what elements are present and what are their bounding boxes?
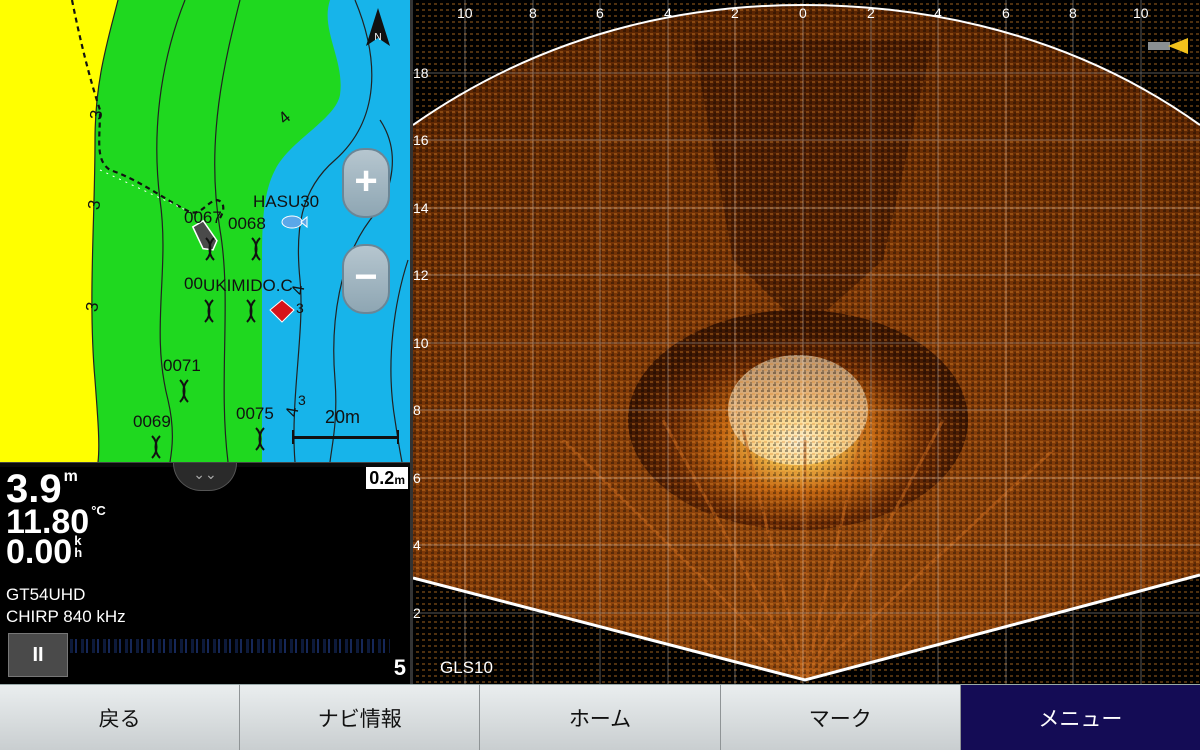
waypoint-icon[interactable] xyxy=(202,236,218,262)
top-axis-tick: 2 xyxy=(867,5,875,21)
sonar-cone-image xyxy=(413,0,1200,684)
frequency-label: CHIRP 840 kHz xyxy=(6,607,126,626)
contour-label: 3 xyxy=(296,300,304,316)
speed-value: 0.00 xyxy=(6,533,73,571)
waypoint-icon[interactable] xyxy=(201,298,217,324)
top-axis-tick: 6 xyxy=(596,5,604,21)
top-axis-tick: 2 xyxy=(731,5,739,21)
left-axis-tick: 14 xyxy=(413,200,429,216)
north-arrow-icon: N xyxy=(364,6,392,48)
left-axis-tick: 8 xyxy=(413,402,421,418)
nav-info-button[interactable]: ナビ情報 xyxy=(240,684,481,750)
top-axis-tick: 0 xyxy=(799,5,807,21)
map-scale-label: 20m xyxy=(325,407,361,427)
temperature-unit: °C xyxy=(91,503,106,518)
waypoint-label[interactable]: HASU30 xyxy=(253,192,319,212)
collapse-tab-button[interactable]: ⌄⌄ xyxy=(173,463,237,491)
transducer-direction-icon xyxy=(1148,38,1188,54)
waypoint-label[interactable]: 0068 xyxy=(228,214,266,234)
livescope-pane[interactable]: 10 8 6 4 2 0 2 4 6 8 10 18 16 14 12 10 8… xyxy=(413,0,1200,684)
speed-readout: 0.00 kh xyxy=(6,533,83,571)
top-axis-tick: 6 xyxy=(1002,5,1010,21)
contour-label: 3 xyxy=(298,392,306,408)
left-axis-tick: 12 xyxy=(413,267,429,283)
menu-button[interactable]: メニュー xyxy=(960,684,1200,750)
waypoint-label[interactable]: UKIMIDO.C xyxy=(203,276,293,296)
waypoint-label[interactable]: 00 xyxy=(184,274,203,294)
source-label: GLS10 xyxy=(440,658,493,677)
chart-map-background xyxy=(0,0,409,462)
top-axis-tick: 10 xyxy=(457,5,473,21)
bottom-nav: 戻る ナビ情報 ホーム マーク メニュー xyxy=(0,684,1200,750)
range-badge: 0.2m xyxy=(366,467,408,489)
top-axis-tick: 8 xyxy=(1069,5,1077,21)
depth-unit: m xyxy=(63,468,78,485)
svg-text:N: N xyxy=(374,32,381,43)
left-axis-tick: 4 xyxy=(413,537,421,553)
waypoint-label[interactable]: 0069 xyxy=(133,412,171,432)
map-scale-bar xyxy=(292,430,399,444)
range-value: 0.2 xyxy=(369,468,395,488)
top-axis-tick: 10 xyxy=(1133,5,1149,21)
top-axis-tick: 4 xyxy=(664,5,672,21)
sonar-bottom-return xyxy=(70,639,390,653)
pause-button[interactable]: II xyxy=(8,633,68,677)
waypoint-icon[interactable] xyxy=(148,434,164,460)
waypoint-icon[interactable] xyxy=(248,236,264,262)
waypoint-icon[interactable] xyxy=(252,426,268,452)
mark-button[interactable]: マーク xyxy=(720,684,961,750)
zoom-out-button[interactable]: − xyxy=(342,244,390,314)
waypoint-label[interactable]: 0075 xyxy=(236,404,274,424)
waypoint-icon[interactable] xyxy=(243,298,259,324)
top-axis-tick: 8 xyxy=(529,5,537,21)
left-axis-tick: 10 xyxy=(413,335,429,351)
waypoint-icon[interactable] xyxy=(176,378,192,404)
left-axis-tick: 6 xyxy=(413,470,421,486)
waypoint-label[interactable]: 0071 xyxy=(163,356,201,376)
back-button[interactable]: 戻る xyxy=(0,684,241,750)
left-axis-tick: 16 xyxy=(413,132,429,148)
waypoint-label[interactable]: 0067 xyxy=(184,208,222,228)
left-axis-tick: 2 xyxy=(413,605,421,621)
zoom-in-button[interactable]: + xyxy=(342,148,390,218)
top-axis-tick: 4 xyxy=(934,5,942,21)
transducer-label: GT54UHD xyxy=(6,585,86,604)
home-button[interactable]: ホーム xyxy=(480,684,721,750)
chart-map[interactable]: 3 3 3 4 4 3 4 3 0067 0068 HASU30 0071 00… xyxy=(0,0,410,462)
sonar-pane[interactable]: ⌄⌄ 3.9 m 11.80 °C 0.00 kh GT54UHD CHIRP 840… xyxy=(0,463,410,683)
left-axis-tick: 18 xyxy=(413,65,429,81)
speed-unit: kh xyxy=(74,533,83,560)
sonar-scale-number: 5 xyxy=(393,655,406,680)
range-unit: m xyxy=(394,473,405,487)
